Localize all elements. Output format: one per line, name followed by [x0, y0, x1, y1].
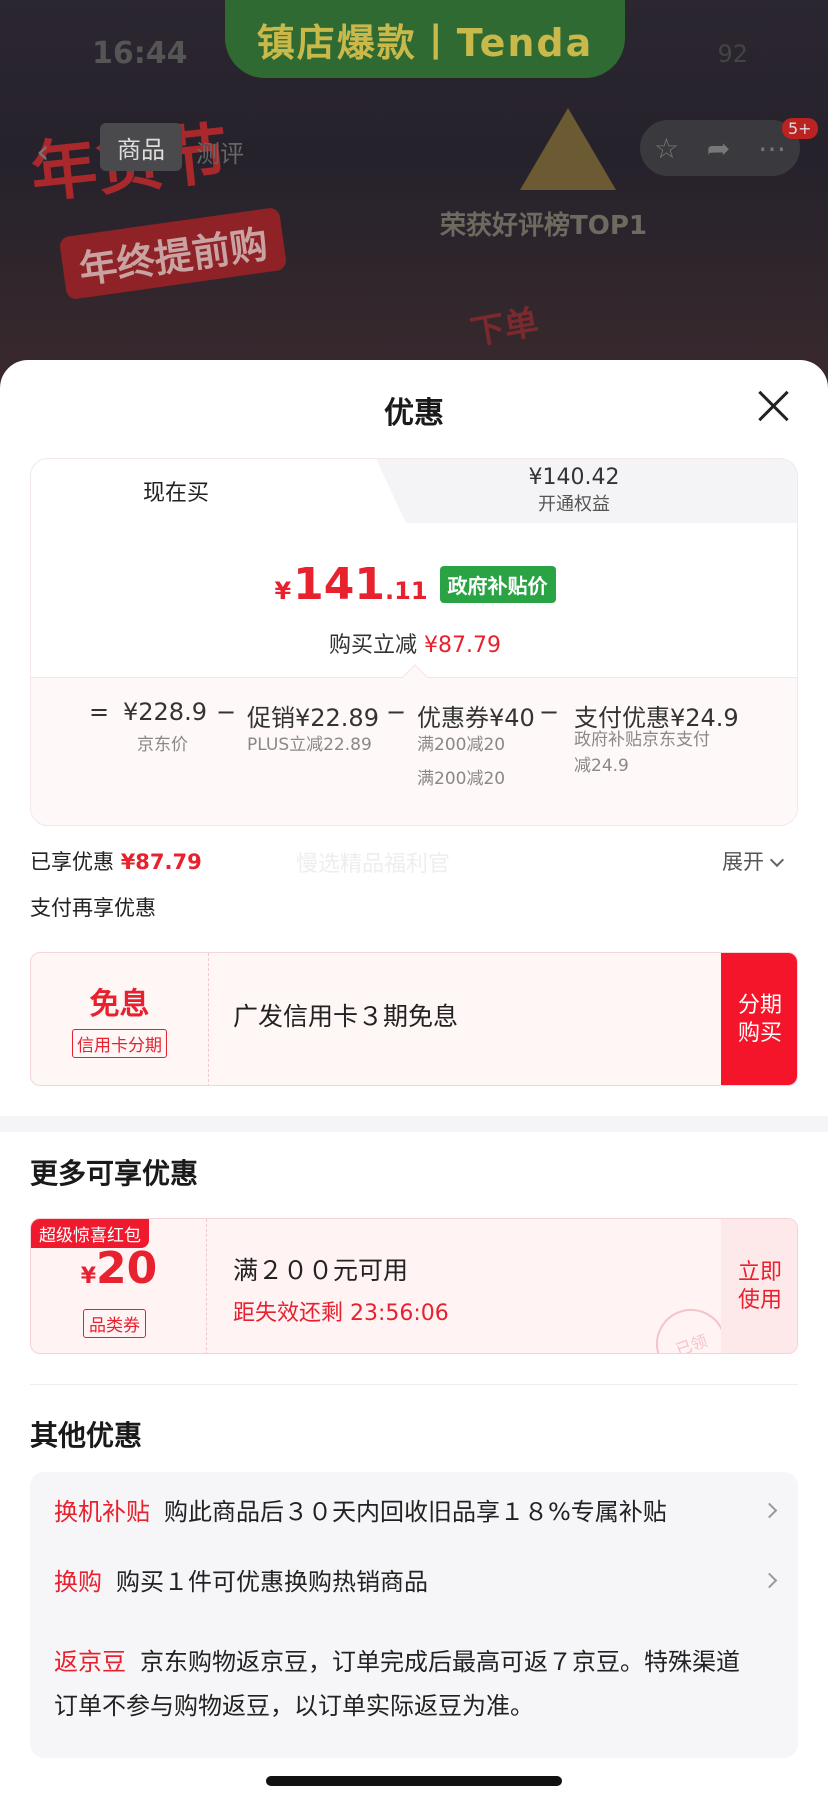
- discount-summary: 购买立减 ¥87.79: [31, 627, 797, 659]
- chevron-right-icon[interactable]: [761, 1572, 778, 1589]
- nav-actions: ☆ ➦ ⋯: [640, 120, 800, 176]
- close-icon[interactable]: [756, 388, 792, 424]
- jd-beans-tag: 返京豆: [54, 1648, 126, 1676]
- chevron-down-icon: [769, 852, 785, 868]
- trade-in-text: 购此商品后３０天内回收旧品享１８%专属补贴: [164, 1498, 667, 1526]
- jd-beans-text: 京东购物返京豆，订单完成后最高可返７京豆。特殊渠道订单不参与购物返豆，以订单实际…: [54, 1648, 740, 1720]
- more-icon[interactable]: ⋯: [758, 132, 786, 165]
- pay-more-title: 支付再享优惠: [30, 896, 156, 920]
- discount-label: 购买立减: [329, 633, 418, 658]
- discount-amount: ¥87.79: [424, 633, 501, 658]
- exchange-tag: 换购: [54, 1568, 102, 1596]
- other-offers-title: 其他优惠: [30, 1419, 143, 1452]
- enjoyed-amount: ¥87.79: [120, 850, 202, 874]
- tab-product[interactable]: 商品: [100, 123, 182, 171]
- installment-button-line-2: 购买: [737, 1021, 782, 1046]
- promo-award: 荣获好评榜TOP1: [440, 211, 647, 241]
- list-item-exchange[interactable]: 换购 购买１件可优惠换购热销商品: [54, 1562, 428, 1597]
- open-benefits-label: 开通权益: [538, 494, 610, 515]
- tab-open-benefits[interactable]: ¥140.42 开通权益: [349, 459, 797, 523]
- store-banner: 镇店爆款丨Tenda: [225, 0, 625, 78]
- jd-price-label: 京东价: [137, 735, 188, 755]
- other-offers-list: 换机补贴 购此商品后３０天内回收旧品享１８%专属补贴 换购 购买１件可优惠换购热销商…: [30, 1472, 798, 1758]
- promo-ribbon: 下单: [467, 302, 542, 354]
- star-icon[interactable]: ☆: [654, 132, 679, 165]
- coupon-detail-2: 满200减20: [417, 769, 506, 789]
- expand-button[interactable]: 展开: [722, 846, 785, 876]
- home-indicator: [266, 1776, 562, 1786]
- section-divider: [0, 1116, 828, 1132]
- battery-indicator: 92: [717, 40, 748, 68]
- coupon-value: 20: [96, 1243, 158, 1294]
- exchange-text: 购买１件可优惠换购热销商品: [116, 1568, 428, 1596]
- payment-detail-1: 政府补贴京东支付: [574, 730, 710, 750]
- minus-sign-1: −: [216, 698, 237, 726]
- installment-description: 广发信用卡３期免息: [233, 1002, 459, 1031]
- coupon-card[interactable]: 超级惊喜红包 ¥20 品类券 满２００元可用 距失效还剩 23:56:06 已领…: [30, 1218, 798, 1354]
- share-icon[interactable]: ➦: [707, 132, 730, 165]
- trade-in-tag: 换机补贴: [54, 1498, 150, 1526]
- use-button-line-1: 立即: [737, 1260, 782, 1285]
- product-nav: ‹ 商品 测评 ☆ ➦ ⋯: [0, 120, 828, 176]
- price-breakdown: = ¥228.9 京东价 − 促销¥22.89 PLUS立减22.89 − 优惠…: [31, 664, 797, 825]
- discount-sheet: 优惠 ¥140.42 开通权益 现在买 ¥ 141 .11 政府补贴价 购买立减…: [0, 360, 828, 1795]
- buy-now-label: 现在买: [142, 481, 209, 506]
- equals-sign: =: [89, 698, 110, 726]
- installment-badge: 免息 信用卡分期: [31, 953, 209, 1085]
- interest-free-label: 免息: [89, 987, 150, 1022]
- final-price: ¥ 141 .11 政府补贴价: [31, 559, 797, 610]
- message-badge: 5+: [782, 118, 818, 139]
- price-decimal: .11: [385, 577, 428, 605]
- more-offers-title: 更多可享优惠: [30, 1157, 199, 1190]
- list-item-trade-in[interactable]: 换机补贴 购此商品后３０天内回收旧品享１８%专属补贴: [54, 1492, 667, 1527]
- price-integer: 141: [293, 559, 386, 610]
- coupon-condition: 满２００元可用: [233, 1256, 409, 1285]
- installment-buy-button[interactable]: 分期 购买: [721, 953, 797, 1085]
- minus-sign-3: −: [539, 698, 560, 726]
- watermark-text: 慢选精品福利官: [296, 852, 451, 877]
- use-coupon-button[interactable]: 立即 使用: [721, 1219, 797, 1353]
- coupon-value-panel: 超级惊喜红包 ¥20 品类券: [31, 1219, 207, 1353]
- use-button-line-2: 使用: [737, 1288, 782, 1313]
- enjoyed-label: 已享优惠: [30, 850, 114, 874]
- chevron-right-icon[interactable]: [761, 1502, 778, 1519]
- expand-label: 展开: [722, 850, 764, 874]
- enjoyed-discount: 已享优惠 ¥87.79: [30, 846, 202, 876]
- promo-discount-detail: PLUS立减22.89: [247, 735, 372, 755]
- open-benefits-price: ¥140.42: [528, 465, 620, 490]
- price-currency: ¥: [274, 577, 292, 605]
- sheet-title: 优惠: [384, 396, 444, 431]
- gov-subsidy-badge: 政府补贴价: [439, 566, 556, 603]
- jd-price: ¥228.9: [123, 698, 207, 726]
- status-time: 16:44: [92, 36, 188, 71]
- installment-offer[interactable]: 免息 信用卡分期 广发信用卡３期免息 分期购买: [30, 952, 798, 1086]
- breakdown-caret: [402, 664, 428, 690]
- installment-button-line-1: 分期: [737, 993, 782, 1018]
- divider-line: [30, 1384, 798, 1385]
- promo-subline: 年终提前购: [58, 206, 288, 301]
- minus-sign-2: −: [386, 698, 407, 726]
- list-item-jd-beans: 返京豆 京东购物返京豆，订单完成后最高可返７京豆。特殊渠道订单不参与购物返豆，以订…: [54, 1640, 754, 1728]
- coupon-type-tag: 品类券: [83, 1309, 146, 1338]
- back-icon[interactable]: ‹: [36, 132, 50, 172]
- coupon-countdown: 距失效还剩 23:56:06: [233, 1301, 449, 1326]
- price-card: ¥140.42 开通权益 现在买 ¥ 141 .11 政府补贴价 购买立减 ¥8…: [30, 458, 798, 826]
- payment-detail-2: 减24.9: [574, 756, 629, 776]
- product-page-background: 镇店爆款丨Tenda 16:44 92 年货节 年终提前购 荣获好评榜TOP1 …: [0, 0, 828, 400]
- tab-review[interactable]: 测评: [196, 134, 244, 169]
- coupon-detail-1: 满200减20: [417, 735, 506, 755]
- coupon-currency: ¥: [80, 1264, 97, 1289]
- credit-installment-tag: 信用卡分期: [72, 1029, 167, 1058]
- tab-buy-now[interactable]: 现在买: [31, 459, 361, 523]
- coupon-amount: ¥20: [31, 1243, 207, 1294]
